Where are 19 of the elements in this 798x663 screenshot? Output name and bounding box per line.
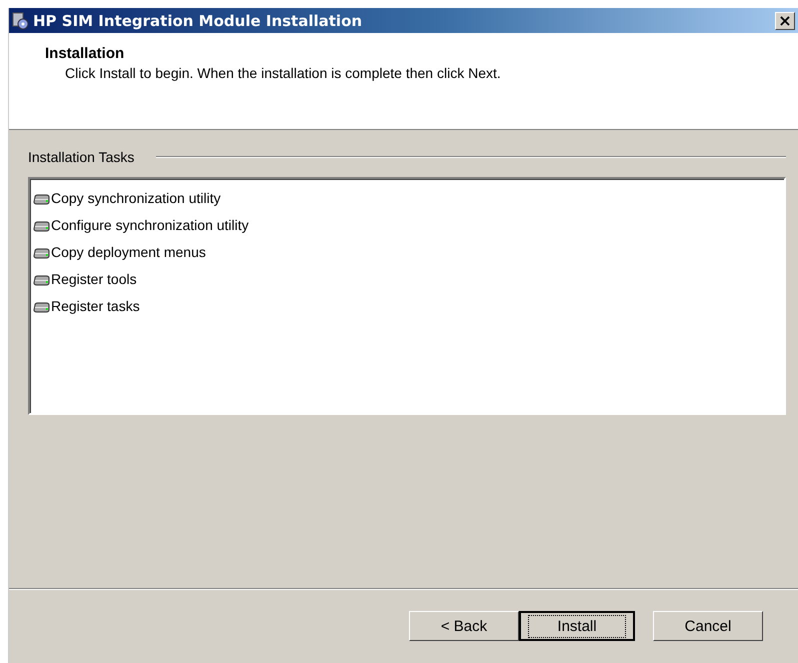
task-label: Register tools [51,270,137,286]
dialog-button[interactable]: Cancel [653,611,763,641]
computer-disc-icon [12,12,30,30]
drive-icon [33,194,50,205]
drive-icon [33,221,50,232]
dialog-button[interactable]: < Back [409,611,519,641]
header-title: Installation [45,45,126,62]
task-label: Copy synchronization utility [51,190,221,206]
close-button[interactable]: × [775,12,795,30]
task-label: Configure synchronization utility [51,216,249,232]
group-label: Installation Tasks [28,149,134,165]
window-title: HP SIM Integration Module Installation [33,12,364,30]
drive-icon [33,302,50,313]
dialog-button[interactable]: Install [519,611,635,641]
header-subtitle: Click Install to begin. When the installation is complete then click Next. [65,65,502,81]
task-label: Copy deployment menus [51,244,206,260]
task-label: Register tasks [51,298,140,314]
drive-icon [33,275,50,286]
drive-icon [33,248,50,259]
